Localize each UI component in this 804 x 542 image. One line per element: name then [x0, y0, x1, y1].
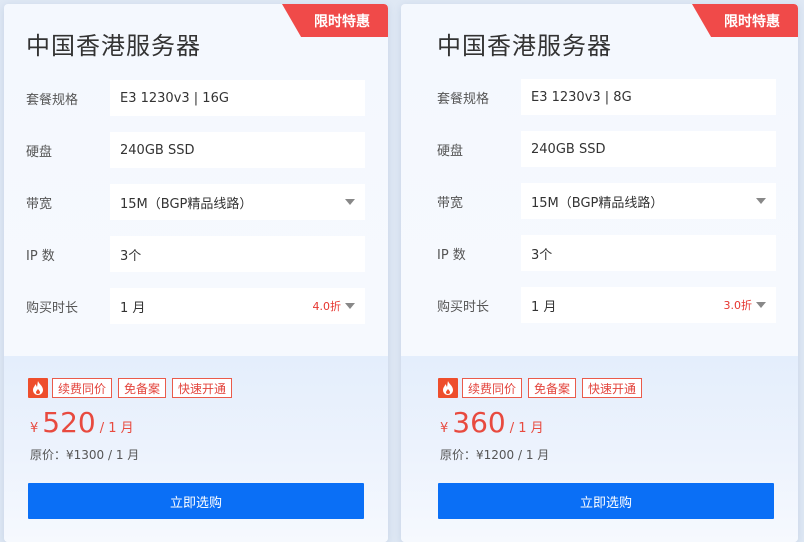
server-card-8g: 限时特惠 中国香港服务器 套餐规格 E3 1230v3 | 8G 硬盘 240G… [401, 4, 798, 542]
bandwidth-selected-value: 15M（BGP精品线路） [531, 195, 664, 211]
currency-symbol: ¥ [440, 421, 449, 436]
card-title: 中国香港服务器 [437, 32, 612, 60]
duration-select[interactable]: 1 月 3.0折 [521, 287, 776, 323]
disk-label: 硬盘 [26, 144, 53, 160]
price-value: 520 [42, 406, 96, 439]
spec-value: E3 1230v3 | 8G [521, 79, 776, 115]
disk-value: 240GB SSD [521, 131, 776, 167]
chevron-down-icon [756, 198, 766, 204]
price-value: 360 [452, 406, 506, 439]
duration-row: 购买时长 1 月 4.0折 [26, 288, 365, 324]
disk-value-text: 240GB SSD [531, 141, 606, 157]
price-period: / 1 月 [99, 421, 134, 436]
fire-icon [28, 378, 48, 398]
disk-value-text: 240GB SSD [120, 142, 195, 158]
bandwidth-select[interactable]: 15M（BGP精品线路） [521, 183, 776, 219]
chevron-down-icon [345, 199, 355, 205]
bandwidth-selected-value: 15M（BGP精品线路） [120, 196, 253, 212]
duration-row: 购买时长 1 月 3.0折 [437, 287, 776, 323]
ip-value: 3个 [110, 236, 365, 272]
bandwidth-label: 带宽 [437, 195, 464, 211]
tag-renewal-same-price: 续费同价 [52, 378, 113, 398]
chevron-down-icon [756, 302, 766, 308]
discount-text: 4.0折 [312, 300, 342, 313]
pricing-section: 续费同价 免备案 快速开通 ¥ 360 / 1 月 原价：¥1200 / 1 月… [401, 356, 798, 542]
ip-value-text: 3个 [531, 247, 553, 263]
card-title: 中国香港服务器 [26, 32, 201, 60]
ip-value: 3个 [521, 235, 776, 271]
pricing-section: 续费同价 免备案 快速开通 ¥ 520 / 1 月 原价：¥1300 / 1 月… [4, 356, 388, 542]
feature-tags: 续费同价 免备案 快速开通 [438, 378, 643, 398]
bandwidth-label: 带宽 [26, 196, 53, 212]
spec-row: 套餐规格 E3 1230v3 | 16G [26, 80, 365, 116]
original-price: 原价：¥1300 / 1 月 [30, 448, 140, 462]
bandwidth-row: 带宽 15M（BGP精品线路） [26, 184, 365, 220]
original-price: 原价：¥1200 / 1 月 [440, 448, 550, 462]
price-line: ¥ 520 / 1 月 [30, 406, 134, 439]
buy-now-button[interactable]: 立即选购 [28, 483, 364, 519]
ip-row: IP 数 3个 [26, 236, 365, 272]
duration-label: 购买时长 [437, 299, 490, 315]
duration-select[interactable]: 1 月 4.0折 [110, 288, 365, 324]
ip-label: IP 数 [437, 247, 466, 263]
duration-label: 购买时长 [26, 300, 79, 316]
disk-label: 硬盘 [437, 143, 464, 159]
tag-fast-activation: 快速开通 [172, 378, 233, 398]
price-line: ¥ 360 / 1 月 [440, 406, 544, 439]
spec-value: E3 1230v3 | 16G [110, 80, 365, 116]
duration-selected-value: 1 月 [531, 299, 557, 315]
limited-offer-badge: 限时特惠 [282, 4, 388, 37]
tag-renewal-same-price: 续费同价 [462, 378, 523, 398]
spec-row: 套餐规格 E3 1230v3 | 8G [437, 79, 776, 115]
ip-row: IP 数 3个 [437, 235, 776, 271]
disk-row: 硬盘 240GB SSD [437, 131, 776, 167]
discount-text: 3.0折 [723, 299, 753, 312]
duration-selected-value: 1 月 [120, 300, 146, 316]
bandwidth-select[interactable]: 15M（BGP精品线路） [110, 184, 365, 220]
server-card-16g: 限时特惠 中国香港服务器 套餐规格 E3 1230v3 | 16G 硬盘 240… [4, 4, 388, 542]
ip-value-text: 3个 [120, 248, 142, 264]
disk-row: 硬盘 240GB SSD [26, 132, 365, 168]
currency-symbol: ¥ [30, 421, 39, 436]
feature-tags: 续费同价 免备案 快速开通 [28, 378, 233, 398]
bandwidth-row: 带宽 15M（BGP精品线路） [437, 183, 776, 219]
fire-icon [438, 378, 458, 398]
spec-value-text: E3 1230v3 | 8G [531, 89, 632, 105]
spec-label: 套餐规格 [437, 91, 490, 107]
tag-no-filing: 免备案 [118, 378, 167, 398]
disk-value: 240GB SSD [110, 132, 365, 168]
tag-fast-activation: 快速开通 [582, 378, 643, 398]
price-period: / 1 月 [509, 421, 544, 436]
spec-value-text: E3 1230v3 | 16G [120, 90, 229, 106]
tag-no-filing: 免备案 [528, 378, 577, 398]
spec-label: 套餐规格 [26, 92, 79, 108]
buy-now-button[interactable]: 立即选购 [438, 483, 774, 519]
limited-offer-badge: 限时特惠 [692, 4, 798, 37]
ip-label: IP 数 [26, 248, 55, 264]
chevron-down-icon [345, 303, 355, 309]
